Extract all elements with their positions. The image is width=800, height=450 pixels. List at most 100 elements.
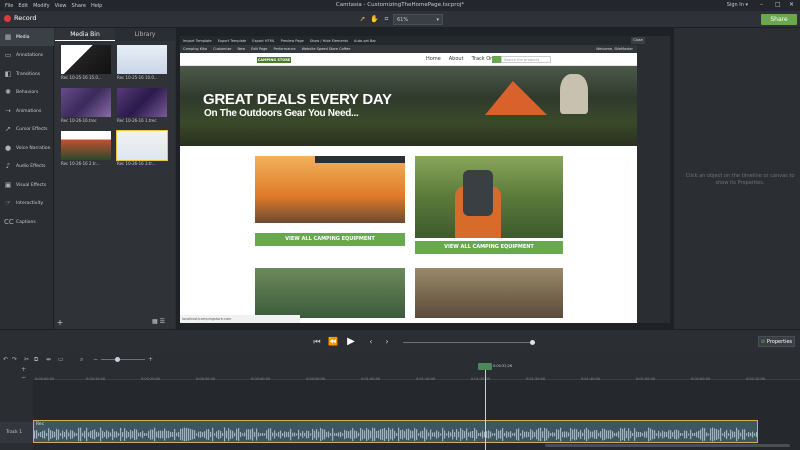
- record-button[interactable]: Record: [4, 14, 36, 22]
- waveform-bar: [676, 429, 678, 440]
- split-icon[interactable]: ⇹: [46, 356, 51, 363]
- tool-transitions[interactable]: ◧ Transitions: [0, 65, 54, 83]
- waveform-bar: [532, 430, 534, 439]
- prev-marker-icon[interactable]: ‹: [366, 336, 376, 348]
- zoom-search-icon[interactable]: ⌕: [80, 356, 83, 364]
- view-toggle[interactable]: ▦ ☰: [152, 318, 172, 327]
- tool-visual-effects[interactable]: ▣ Visual Effects: [0, 176, 54, 194]
- zoom-out-icon[interactable]: −: [93, 356, 98, 363]
- playhead-marker[interactable]: [478, 363, 492, 370]
- tool-interactivity[interactable]: ☞ Interactivity: [0, 194, 54, 212]
- waveform-bar: [540, 427, 542, 442]
- waveform-bar: [394, 430, 396, 439]
- waveform-bar: [360, 428, 362, 441]
- rewind-icon[interactable]: ⏪: [328, 336, 338, 348]
- waveform-bar: [594, 430, 596, 439]
- waveform-bar: [326, 431, 328, 438]
- minimize-icon[interactable]: –: [760, 1, 763, 8]
- waveform-bar: [332, 428, 334, 441]
- time-ruler[interactable]: 0:00:00;00 0:00:10;00 0:00:20;00 0:00:30…: [33, 364, 800, 381]
- media-item[interactable]: Rec 10-26-16 1.trec: [117, 88, 167, 125]
- next-marker-icon[interactable]: ›: [382, 336, 392, 348]
- zoom-select[interactable]: 61% ▾: [393, 14, 443, 25]
- share-button[interactable]: Share: [761, 14, 797, 25]
- interactivity-icon: ☞: [4, 199, 12, 207]
- waveform-bar: [354, 430, 356, 439]
- product-image-hiker: [415, 156, 563, 238]
- media-item[interactable]: Rec 10-25-16 15.0...: [61, 45, 111, 82]
- scrub-track[interactable]: [403, 342, 535, 343]
- sign-in-button[interactable]: Sign In ▾: [727, 2, 748, 8]
- track-label[interactable]: Track 1: [0, 422, 33, 443]
- pointer-icon[interactable]: ➚: [357, 14, 368, 25]
- add-track-icon[interactable]: +: [21, 366, 26, 373]
- waveform-bar: [514, 432, 516, 437]
- tool-animations[interactable]: ➝ Animations: [0, 102, 54, 120]
- media-item[interactable]: Rec 10-26-16 3.tr...: [116, 130, 168, 168]
- media-item[interactable]: Rec 10-26-16.trec: [61, 88, 111, 125]
- waveform-bar: [530, 429, 532, 440]
- recorded-webpage[interactable]: Import Template Export Template Export H…: [180, 36, 637, 323]
- product-image-wood: [415, 268, 563, 318]
- crop-icon[interactable]: ⌗: [381, 14, 392, 25]
- waveform-bar: [282, 433, 284, 436]
- waveform-bar: [140, 432, 142, 437]
- waveform-bar: [118, 433, 120, 436]
- waveform-bar: [410, 430, 412, 439]
- canvas-area[interactable]: Import Template Export Template Export H…: [176, 28, 674, 329]
- menu-view[interactable]: View: [55, 3, 67, 9]
- redo-icon[interactable]: ↷: [12, 356, 17, 363]
- playhead-line[interactable]: [485, 370, 486, 450]
- waveform-bar: [362, 429, 364, 440]
- waveform-bar: [46, 433, 48, 436]
- collapse-tracks-icon[interactable]: −: [21, 374, 26, 381]
- tool-media[interactable]: ▦ Media: [0, 28, 54, 46]
- waveform-bar: [464, 431, 466, 438]
- zoom-slider-handle[interactable]: [115, 357, 120, 362]
- pan-hand-icon[interactable]: ✋: [369, 14, 380, 25]
- scrub-handle[interactable]: [530, 340, 535, 345]
- tool-label: Voice Narration: [16, 145, 51, 151]
- zoom-slider[interactable]: [101, 359, 145, 360]
- media-item[interactable]: Rec 10-25-16 10.0...: [117, 45, 167, 82]
- tab-library[interactable]: Library: [115, 28, 175, 41]
- tool-label: Animations: [16, 108, 42, 114]
- close-icon[interactable]: ✕: [789, 1, 794, 8]
- undo-icon[interactable]: ↶: [3, 356, 8, 363]
- maximize-icon[interactable]: □: [775, 1, 781, 8]
- waveform-bar: [740, 432, 742, 437]
- tool-audio-effects[interactable]: ♪ Audio Effects: [0, 157, 54, 175]
- timeline-scrollbar[interactable]: [545, 444, 790, 447]
- waveform-bar: [334, 433, 336, 436]
- timeline-clip[interactable]: Rec: [33, 420, 758, 443]
- close-button[interactable]: Close: [631, 37, 645, 44]
- list-view-icon[interactable]: ☰: [160, 318, 165, 325]
- waveform-bar: [36, 430, 38, 439]
- waveform-bar: [744, 429, 746, 440]
- zoom-in-icon[interactable]: +: [148, 356, 153, 363]
- menu-share[interactable]: Share: [72, 3, 86, 9]
- waveform-bar: [152, 429, 154, 440]
- tab-media-bin[interactable]: Media Bin: [55, 28, 115, 41]
- grid-view-icon[interactable]: ▦: [152, 318, 158, 325]
- marker-icon[interactable]: ▭: [58, 356, 64, 363]
- add-media-button[interactable]: +: [55, 318, 65, 328]
- waveform-bar: [302, 431, 304, 438]
- media-item[interactable]: Rec 10-26-16 2.tr...: [61, 131, 111, 168]
- tool-annotations[interactable]: ▭ Annotations: [0, 46, 54, 64]
- menu-modify[interactable]: Modify: [33, 3, 50, 9]
- cut-icon[interactable]: ✂: [24, 356, 29, 363]
- tool-cursor-effects[interactable]: ➚ Cursor Effects: [0, 120, 54, 138]
- step-back-icon[interactable]: ⏮: [312, 336, 322, 348]
- tool-behaviors[interactable]: ✺ Behaviors: [0, 83, 54, 101]
- copy-icon[interactable]: ⧉: [34, 356, 38, 364]
- tool-voice-narration[interactable]: ● Voice Narration: [0, 139, 54, 157]
- menu-file[interactable]: File: [5, 3, 13, 9]
- waveform-bar: [416, 429, 418, 440]
- menu-edit[interactable]: Edit: [18, 3, 28, 9]
- menu-help[interactable]: Help: [91, 3, 102, 9]
- properties-button[interactable]: ⚙ Properties: [758, 336, 795, 347]
- play-button[interactable]: ▶: [344, 336, 358, 348]
- waveform-bar: [150, 429, 152, 440]
- tool-captions[interactable]: CC Captions: [0, 213, 54, 231]
